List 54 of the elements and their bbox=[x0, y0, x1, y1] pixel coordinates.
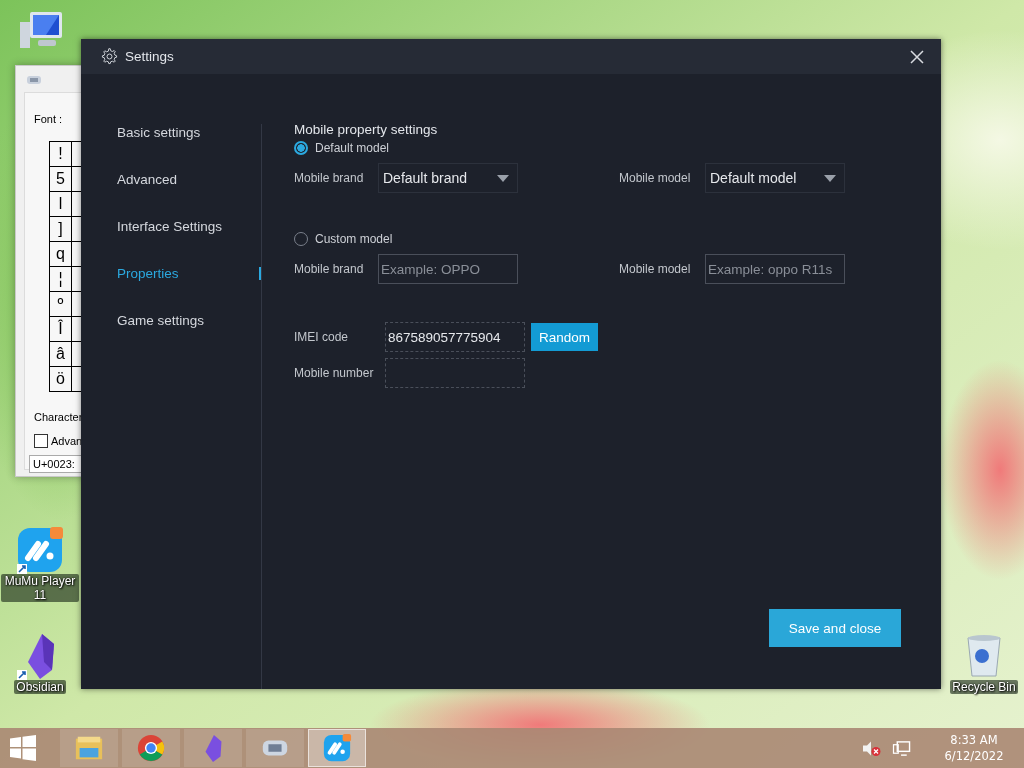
browser-icon bbox=[136, 733, 166, 763]
field-label: Mobile brand bbox=[294, 171, 365, 185]
character-cell[interactable]: ö bbox=[50, 367, 72, 392]
taskbar-app-button[interactable] bbox=[246, 729, 304, 767]
character-cell[interactable]: ¦ bbox=[50, 267, 72, 292]
input-field[interactable]: 867589057775904 bbox=[385, 322, 525, 352]
desktop-icon-label[interactable]: Recycle Bin bbox=[950, 680, 1018, 694]
settings-icon bbox=[101, 48, 118, 65]
taskbar-app-button[interactable] bbox=[184, 729, 242, 767]
character-cell[interactable]: â bbox=[50, 342, 72, 367]
character-cell[interactable]: l bbox=[50, 192, 72, 217]
taskbar-app-button[interactable] bbox=[60, 729, 118, 767]
nav-tab[interactable]: Interface Settings bbox=[117, 218, 261, 265]
window-title: Settings bbox=[125, 49, 175, 64]
input-field[interactable]: Example: oppo R11s bbox=[705, 254, 845, 284]
input-field[interactable]: Example: OPPO bbox=[378, 254, 518, 284]
caret-icon bbox=[824, 174, 836, 182]
character-cell[interactable]: q bbox=[50, 242, 72, 267]
section-title: Mobile property settings bbox=[294, 122, 439, 137]
field-label: IMEI code bbox=[294, 330, 350, 344]
network-icon[interactable] bbox=[892, 739, 912, 757]
mumu-app-icon[interactable] bbox=[16, 526, 64, 574]
font-label: Font : bbox=[34, 113, 63, 125]
taskbar-app-button[interactable] bbox=[308, 729, 366, 767]
windows-start-icon[interactable] bbox=[10, 735, 36, 761]
field-label: Mobile model bbox=[619, 262, 692, 276]
character-cell[interactable]: ] bbox=[50, 217, 72, 242]
checkbox-label: Advan bbox=[51, 435, 83, 447]
character-cell[interactable]: º bbox=[50, 292, 72, 317]
muted-speaker-icon[interactable] bbox=[862, 739, 882, 757]
character-cell[interactable]: Î bbox=[50, 317, 72, 342]
nav-tab[interactable]: Basic settings bbox=[117, 124, 261, 171]
radio-label: Default model bbox=[315, 141, 390, 155]
character-cell[interactable]: ! bbox=[50, 142, 72, 167]
field-label: Mobile model bbox=[619, 171, 692, 185]
desktop-icon-label[interactable]: MuMu Player 11 bbox=[1, 574, 79, 602]
mumu-app-icon bbox=[322, 733, 352, 763]
character-cell[interactable]: 5 bbox=[50, 167, 72, 192]
close-icon[interactable] bbox=[910, 49, 924, 64]
dropdown[interactable]: Default brand bbox=[378, 163, 518, 193]
field-label: Mobile brand bbox=[294, 262, 365, 276]
input-field[interactable] bbox=[385, 358, 525, 388]
field-label: Mobile number bbox=[294, 366, 375, 380]
nav-tab[interactable]: Advanced bbox=[117, 171, 261, 218]
radio-button[interactable] bbox=[294, 141, 308, 155]
caret-icon bbox=[497, 174, 509, 182]
checkbox[interactable] bbox=[34, 434, 48, 448]
taskbar-app-button[interactable] bbox=[122, 729, 180, 767]
radio-label: Custom model bbox=[315, 232, 393, 246]
app-icon bbox=[27, 75, 41, 85]
nav-tab[interactable]: Properties bbox=[117, 265, 261, 312]
dropdown[interactable]: Default model bbox=[705, 163, 845, 193]
desktop-icon-label[interactable]: Obsidian bbox=[14, 680, 66, 694]
nav-tab[interactable]: Game settings bbox=[117, 312, 261, 359]
